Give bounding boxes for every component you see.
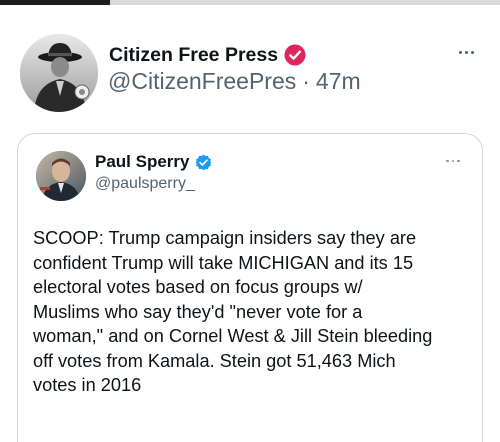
- paul-sperry-avatar[interactable]: [36, 151, 86, 201]
- outer-author-handle[interactable]: @CitizenFreePres: [108, 68, 296, 95]
- more-dot: [451, 159, 455, 163]
- quoted-more-options-button[interactable]: [440, 153, 466, 169]
- more-horizontal-icon: [458, 50, 462, 54]
- more-options-button[interactable]: [451, 42, 481, 62]
- verified-badge-icon: [195, 154, 211, 170]
- more-dot: [457, 159, 460, 163]
- quoted-author-name-row: Paul Sperry: [95, 151, 212, 173]
- man-portrait-icon: [36, 151, 86, 201]
- outer-author-name-row: Citizen Free Press: [109, 41, 306, 69]
- meta-separator: ·: [302, 68, 310, 94]
- quoted-author-handle[interactable]: @paulsperry_: [95, 175, 195, 193]
- scroll-progress-bar: [0, 0, 500, 5]
- more-horizontal-icon: [446, 159, 449, 163]
- fedora-man-portrait-icon: [20, 34, 98, 112]
- quoted-tweet-text: SCOOP: Trump campaign insiders say they …: [33, 228, 433, 395]
- tweet-screenshot: Citizen Free Press @CitizenFreePres · 47…: [0, 0, 500, 442]
- outer-author-name[interactable]: Citizen Free Press: [109, 44, 278, 67]
- quoted-author-name[interactable]: Paul Sperry: [95, 152, 190, 172]
- scroll-progress-fill: [0, 0, 110, 5]
- citizen-free-press-avatar[interactable]: [20, 34, 98, 112]
- tweet-timestamp[interactable]: 47m: [316, 68, 361, 95]
- outer-author-meta: @CitizenFreePres · 47m: [108, 68, 361, 95]
- verified-badge-icon: [284, 44, 306, 66]
- more-dot: [470, 50, 474, 54]
- more-dot: [464, 50, 468, 54]
